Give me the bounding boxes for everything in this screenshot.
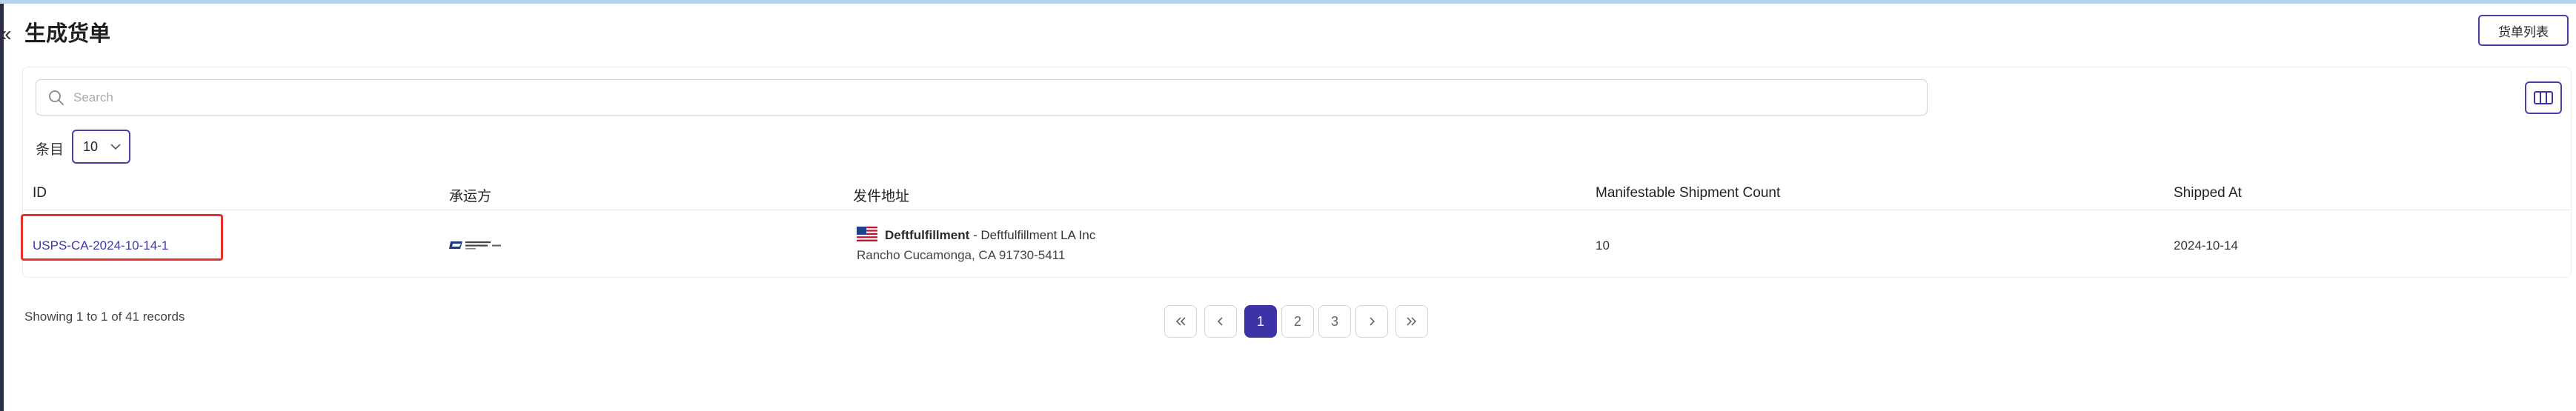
search-field[interactable] — [36, 79, 1928, 116]
sender-city: Rancho Cucamonga, CA 91730-5411 — [857, 248, 1066, 262]
search-input[interactable] — [72, 89, 1853, 106]
sender-company: - Deftfulfillment LA Inc — [969, 228, 1096, 242]
chevron-down-icon — [110, 144, 121, 150]
columns-icon — [2534, 91, 2553, 104]
prev-page-button[interactable] — [1204, 305, 1237, 338]
top-accent-bar — [0, 0, 2576, 4]
page-button-3[interactable]: 3 — [1318, 305, 1351, 338]
column-header-carrier[interactable]: 承运方 — [449, 185, 491, 205]
shipment-count-cell: 10 — [1596, 238, 1610, 253]
first-page-button[interactable] — [1164, 305, 1197, 338]
shipped-at-cell: 2024-10-14 — [2174, 238, 2238, 253]
manifest-id-link[interactable]: USPS-CA-2024-10-14-1 — [33, 238, 168, 253]
page-title: 生成货单 — [24, 22, 111, 46]
id-highlight-box — [21, 214, 223, 261]
column-toggle-button[interactable] — [2525, 81, 2562, 114]
usps-logo-icon — [449, 241, 501, 250]
double-chevron-right-icon — [1407, 317, 1417, 326]
manifest-list-button[interactable]: 货单列表 — [2478, 15, 2569, 46]
next-page-button[interactable] — [1355, 305, 1388, 338]
last-page-button[interactable] — [1395, 305, 1428, 338]
double-chevron-left-icon — [1175, 317, 1186, 326]
per-page-value: 10 — [83, 138, 99, 154]
us-flag-icon — [857, 227, 877, 241]
records-summary: Showing 1 to 1 of 41 records — [24, 310, 185, 324]
collapse-sidebar-icon[interactable]: « — [0, 24, 12, 44]
sender-name-bold: Deftfulfillment — [885, 228, 970, 242]
sidebar-rail — [0, 4, 4, 411]
column-header-shipment-count[interactable]: Manifestable Shipment Count — [1596, 185, 1780, 201]
chevron-right-icon — [1370, 317, 1375, 326]
column-header-sender-address[interactable]: 发件地址 — [853, 185, 909, 205]
page-button-1[interactable]: 1 — [1244, 305, 1277, 338]
page-button-2[interactable]: 2 — [1281, 305, 1314, 338]
search-icon — [49, 90, 64, 105]
per-page-label: 条目 — [36, 142, 64, 158]
column-header-shipped-at[interactable]: Shipped At — [2174, 185, 2242, 201]
per-page-select[interactable]: 10 — [72, 130, 130, 164]
chevron-left-icon — [1217, 317, 1223, 326]
column-header-id[interactable]: ID — [33, 185, 47, 201]
sender-name: Deftfulfillment - Deftfulfillment LA Inc — [885, 228, 1095, 243]
